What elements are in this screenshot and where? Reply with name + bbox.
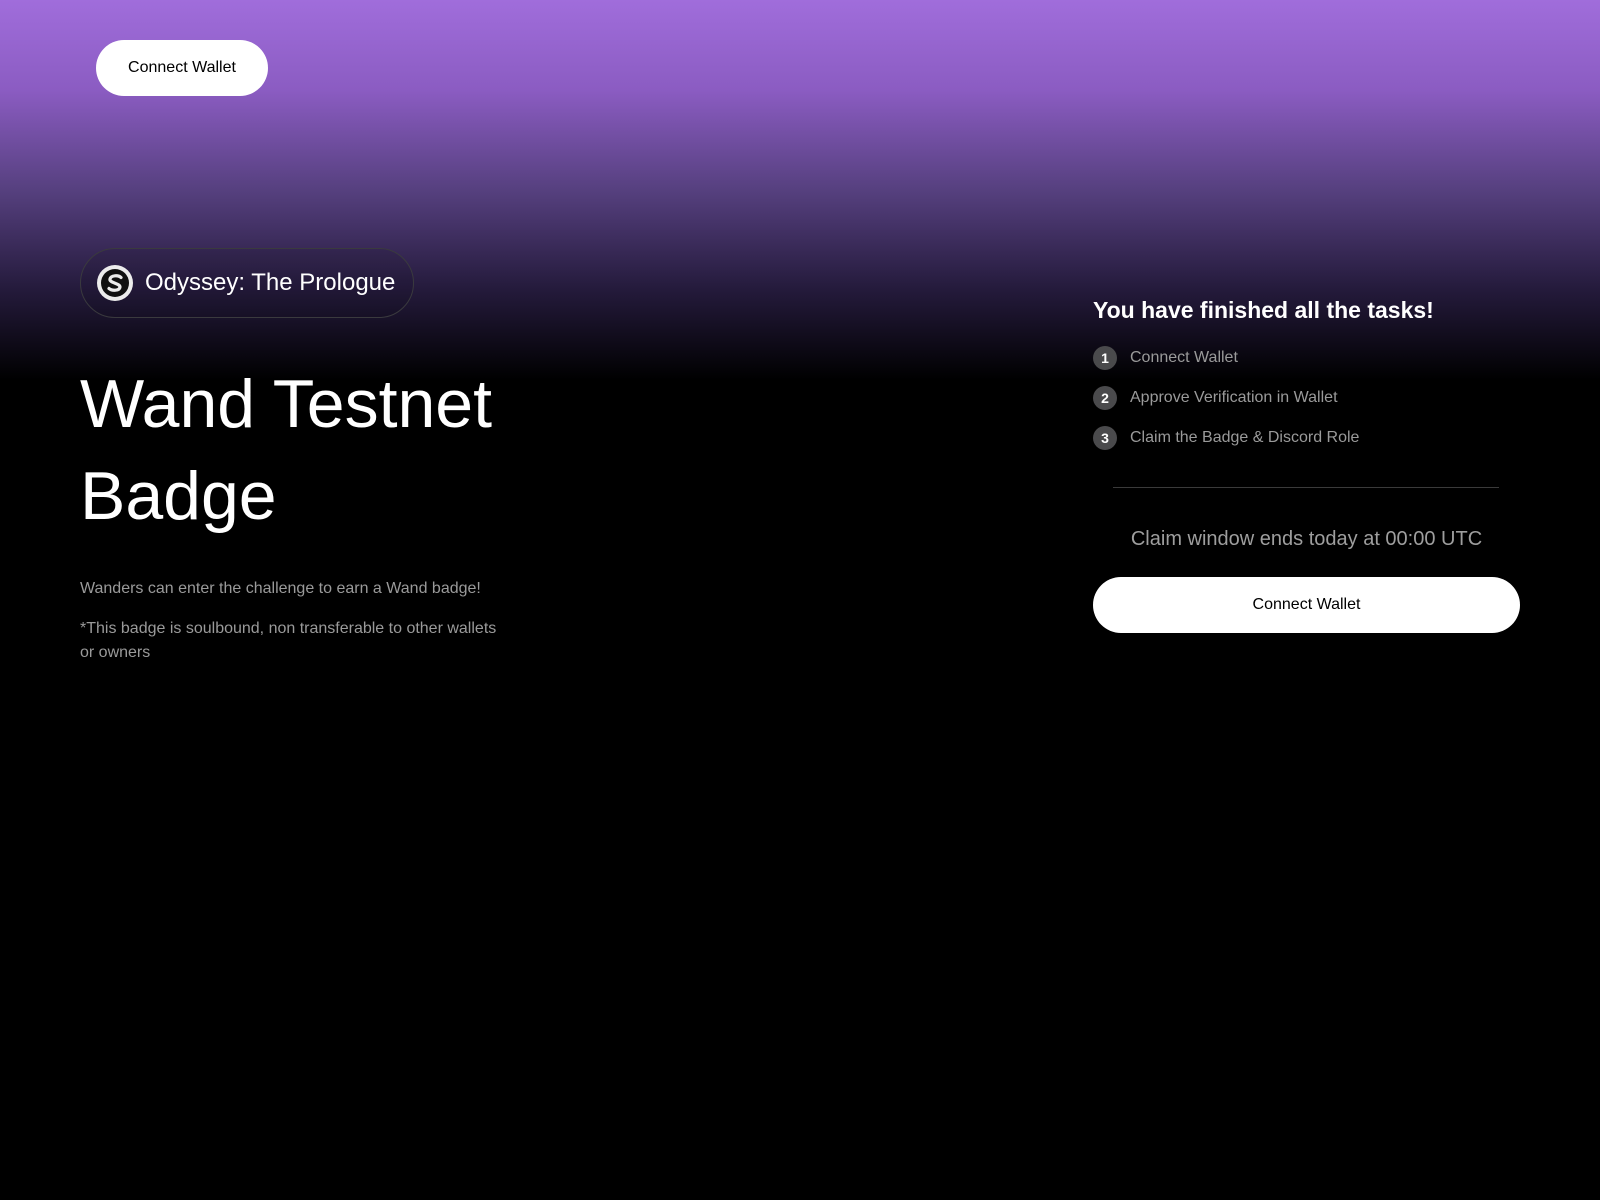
task-label: Claim the Badge & Discord Role — [1130, 429, 1360, 446]
soulbound-note: *This badge is soulbound, non transferab… — [80, 620, 497, 661]
badge-description: Wanders can enter the challenge to earn … — [80, 580, 481, 597]
connect-wallet-button[interactable]: Connect Wallet — [1093, 577, 1520, 633]
swirl-s-logo-icon — [97, 265, 133, 301]
header-connect-wallet-button[interactable]: Connect Wallet — [96, 40, 268, 96]
task-number-badge: 2 — [1093, 386, 1117, 410]
task-label: Connect Wallet — [1130, 349, 1238, 366]
task-label: Approve Verification in Wallet — [1130, 389, 1338, 406]
task-list: 1 Connect Wallet 2 Approve Verification … — [1093, 338, 1520, 458]
task-item: 2 Approve Verification in Wallet — [1093, 378, 1520, 418]
project-name: Odyssey: The Prologue — [145, 269, 396, 296]
divider — [1113, 487, 1499, 488]
task-number-badge: 3 — [1093, 426, 1117, 450]
tasks-panel: You have finished all the tasks! 1 Conne… — [1093, 296, 1520, 633]
page-title: Wand Testnet Badge — [80, 366, 493, 534]
project-pill[interactable]: Odyssey: The Prologue — [80, 248, 415, 318]
task-number-badge: 1 — [1093, 346, 1117, 370]
tasks-title: You have finished all the tasks! — [1093, 297, 1434, 323]
task-item: 3 Claim the Badge & Discord Role — [1093, 418, 1520, 458]
task-item: 1 Connect Wallet — [1093, 338, 1520, 378]
claim-window-text: Claim window ends today at 00:00 UTC — [1130, 528, 1483, 550]
